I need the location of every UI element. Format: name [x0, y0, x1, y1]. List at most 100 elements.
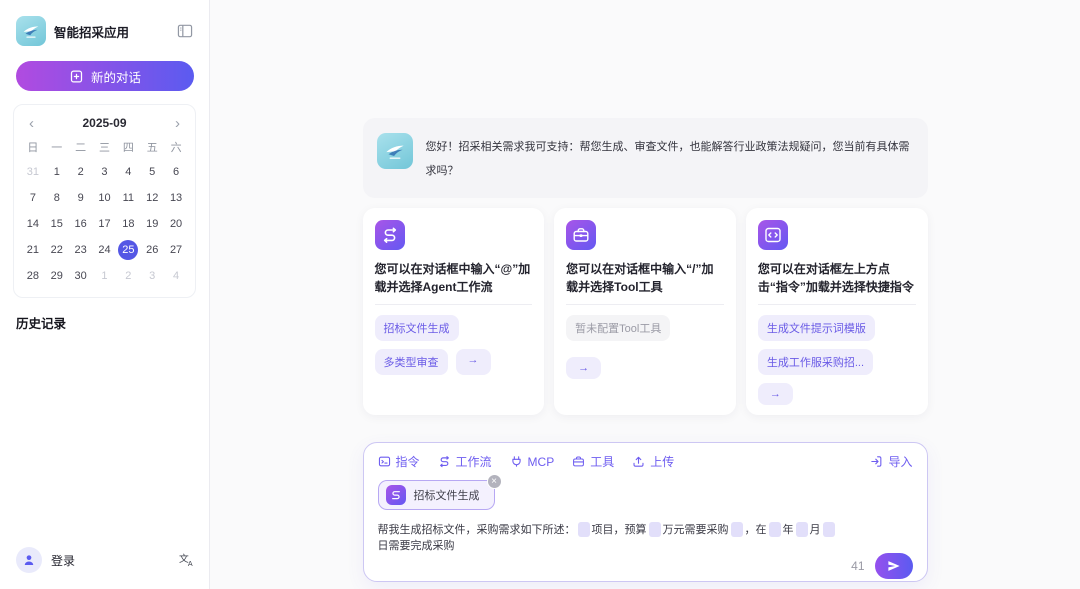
calendar-day[interactable]: 1	[93, 263, 117, 289]
calendar-day[interactable]: 12	[140, 185, 164, 211]
calendar-day[interactable]: 13	[164, 185, 188, 211]
send-button[interactable]	[874, 553, 913, 579]
upload-icon	[632, 455, 645, 468]
prompt-text-segment: 项目，预算	[591, 524, 647, 536]
workflow-button[interactable]: 工作流	[438, 453, 492, 470]
composer-prompt[interactable]: 帮我生成招标文件，采购需求如下所述： 项目，预算 万元需要采购 ，在 年 月日需要完成采购	[378, 521, 913, 553]
sidebar: 智能招采应用 新的对话 ‹ 2025-09 › 日 一 二 三 四 五 六 31…	[0, 0, 210, 589]
calendar-day[interactable]: 3	[93, 159, 117, 185]
workflow-icon	[385, 485, 406, 505]
card-empty-tag[interactable]: 暂未配置Tool工具	[566, 315, 671, 341]
calendar-day[interactable]: 25	[116, 237, 140, 263]
calendar-grid: 31 1 2 3 4 5 6 7 8 9 10 11 12 13 14 15 16 17 18 19 20 21 22 23 2…	[21, 159, 188, 289]
selected-agent-tag[interactable]: 招标文件生成 ×	[377, 474, 502, 510]
mcp-button[interactable]: MCP	[510, 455, 554, 469]
calendar-day[interactable]: 20	[164, 211, 188, 237]
calendar-day[interactable]: 2	[116, 263, 140, 289]
calendar-weekday: 一	[51, 142, 63, 154]
calendar-day[interactable]: 30	[69, 263, 93, 289]
calendar-weekday: 三	[98, 142, 110, 154]
prompt-blank-field[interactable]	[768, 521, 781, 537]
calendar-day[interactable]: 18	[116, 211, 140, 237]
composer-toolbar: 指令 工作流 MCP 工具 上传 导入	[378, 453, 913, 470]
card-quick-tag[interactable]: 招标文件生成	[374, 315, 459, 341]
svg-text:A: A	[188, 560, 193, 568]
calendar-day[interactable]: 4	[164, 263, 188, 289]
prompt-text-segment: ，在	[744, 524, 767, 536]
calendar-day[interactable]: 10	[93, 185, 117, 211]
prompt-blank-field[interactable]	[795, 521, 808, 537]
app-window: 智能招采应用 新的对话 ‹ 2025-09 › 日 一 二 三 四 五 六 31…	[0, 0, 1080, 589]
import-icon	[870, 455, 883, 468]
calendar-day[interactable]: 28	[21, 263, 45, 289]
calendar-day[interactable]: 19	[140, 211, 164, 237]
upload-button[interactable]: 上传	[632, 453, 674, 470]
sidebar-header: 智能招采应用	[0, 0, 209, 46]
calendar-day[interactable]: 4	[116, 159, 140, 185]
composer-bottom: 41	[378, 553, 913, 579]
calendar-day[interactable]: 3	[140, 263, 164, 289]
new-document-icon	[69, 69, 84, 84]
calendar-day[interactable]: 26	[140, 237, 164, 263]
card-arrow-button[interactable]: →	[455, 349, 491, 375]
calendar-day[interactable]: 7	[21, 185, 45, 211]
card-quick-tag[interactable]: 生成工作服采购招...	[757, 349, 874, 375]
divider	[757, 304, 916, 305]
calendar-day[interactable]: 8	[45, 185, 69, 211]
workflow-label: 工作流	[455, 455, 492, 469]
calendar-next-icon[interactable]: ›	[175, 116, 180, 131]
assistant-avatar-icon	[376, 133, 413, 169]
composer: 指令 工作流 MCP 工具 上传 导入 招标文件生成 × 帮我生成招标文件，采购…	[362, 442, 928, 582]
calendar-day[interactable]: 15	[45, 211, 69, 237]
calendar-weekday: 二	[75, 142, 87, 154]
calendar-weekday: 五	[146, 142, 158, 154]
prompt-blank-field[interactable]	[577, 521, 590, 537]
calendar-day[interactable]: 31	[21, 159, 45, 185]
workflow-icon	[374, 220, 405, 250]
calendar-weekday: 四	[122, 142, 134, 154]
calendar-day[interactable]: 17	[93, 211, 117, 237]
calendar-day[interactable]: 5	[140, 159, 164, 185]
tools-button[interactable]: 工具	[572, 453, 614, 470]
calendar-day[interactable]: 16	[69, 211, 93, 237]
calendar-month-label: 2025-09	[82, 116, 127, 130]
commands-button[interactable]: 指令	[378, 453, 420, 470]
tools-label: 工具	[590, 455, 615, 469]
login-button[interactable]: 登录	[16, 547, 75, 573]
collapse-sidebar-icon[interactable]	[177, 24, 193, 38]
main-area: 您好！招采相关需求我可支持：帮您生成、审查文件，也能解答行业政策法规疑问，您当前…	[210, 0, 1080, 589]
calendar-day[interactable]: 23	[69, 237, 93, 263]
card-tags: 生成文件提示词模版 生成工作服采购招... →	[757, 315, 916, 405]
card-quick-tag[interactable]: 多类型审查	[374, 349, 448, 375]
calendar-day[interactable]: 9	[69, 185, 93, 211]
card-quick-tag[interactable]: 生成文件提示词模版	[757, 315, 875, 341]
language-switch-icon[interactable]: 文 A	[179, 552, 195, 568]
prompt-blank-field[interactable]	[730, 521, 743, 537]
calendar-day[interactable]: 1	[45, 159, 69, 185]
card-arrow-button[interactable]: →	[566, 357, 602, 379]
import-button[interactable]: 导入	[870, 453, 913, 470]
remove-agent-icon[interactable]: ×	[486, 474, 502, 489]
calendar-prev-icon[interactable]: ‹	[29, 116, 34, 131]
calendar-day[interactable]: 14	[21, 211, 45, 237]
card-tags: 招标文件生成 多类型审查 →	[374, 315, 533, 375]
agent-tag-label: 招标文件生成	[413, 490, 480, 502]
workflow-icon	[438, 455, 451, 468]
card-tools: 您可以在对话框中输入“/”加载并选择Tool工具 暂未配置Tool工具 →	[554, 208, 736, 415]
card-arrow-button[interactable]: →	[757, 383, 793, 405]
import-label: 导入	[888, 455, 913, 469]
calendar-day[interactable]: 21	[21, 237, 45, 263]
calendar-header: ‹ 2025-09 ›	[21, 111, 188, 135]
calendar-day[interactable]: 6	[164, 159, 188, 185]
command-icon	[378, 455, 391, 468]
new-chat-button[interactable]: 新的对话	[16, 61, 194, 91]
calendar-day[interactable]: 2	[69, 159, 93, 185]
prompt-blank-field[interactable]	[822, 521, 835, 537]
prompt-blank-field[interactable]	[648, 521, 661, 537]
toolbox-icon	[572, 455, 585, 468]
calendar-day[interactable]: 27	[164, 237, 188, 263]
calendar-day[interactable]: 22	[45, 237, 69, 263]
calendar-day[interactable]: 24	[93, 237, 117, 263]
calendar-day[interactable]: 29	[45, 263, 69, 289]
calendar-day[interactable]: 11	[116, 185, 140, 211]
